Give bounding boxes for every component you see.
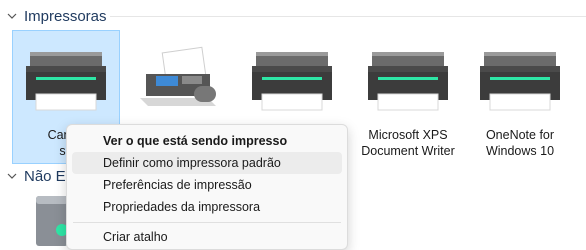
device-label-line2: Windows 10 <box>485 144 555 158</box>
device-label-line1: Microsoft XPS <box>368 128 448 142</box>
menu-item-create-shortcut[interactable]: Criar atalho <box>72 226 342 248</box>
device-label-line1: OneNote for <box>485 128 555 142</box>
device-label: Microsoft XPS Document Writer <box>354 127 462 159</box>
printer-icon <box>480 52 560 111</box>
menu-separator <box>73 222 341 223</box>
printers-section-header[interactable]: Impressoras <box>0 6 107 26</box>
printer-icon <box>26 52 106 111</box>
menu-item-print-preferences[interactable]: Preferências de impressão <box>72 174 342 196</box>
context-menu: Ver o que está sendo impresso Definir co… <box>66 124 348 250</box>
unspecified-section-header[interactable]: Não Es <box>0 166 73 186</box>
menu-item-see-printing[interactable]: Ver o que está sendo impresso <box>72 130 342 152</box>
chevron-down-icon[interactable] <box>5 169 19 183</box>
fax-icon <box>140 46 216 106</box>
printer-icon <box>252 52 332 111</box>
device-label-line2: Document Writer <box>361 144 455 158</box>
menu-item-set-default[interactable]: Definir como impressora padrão <box>72 152 342 174</box>
chevron-down-icon[interactable] <box>5 9 19 23</box>
device-label: OneNote for Windows 10 <box>466 127 574 159</box>
section-divider <box>110 16 586 17</box>
menu-item-printer-properties[interactable]: Propriedades da impressora <box>72 196 342 218</box>
section-title-printers: Impressoras <box>24 7 107 25</box>
printer-icon <box>368 52 448 111</box>
